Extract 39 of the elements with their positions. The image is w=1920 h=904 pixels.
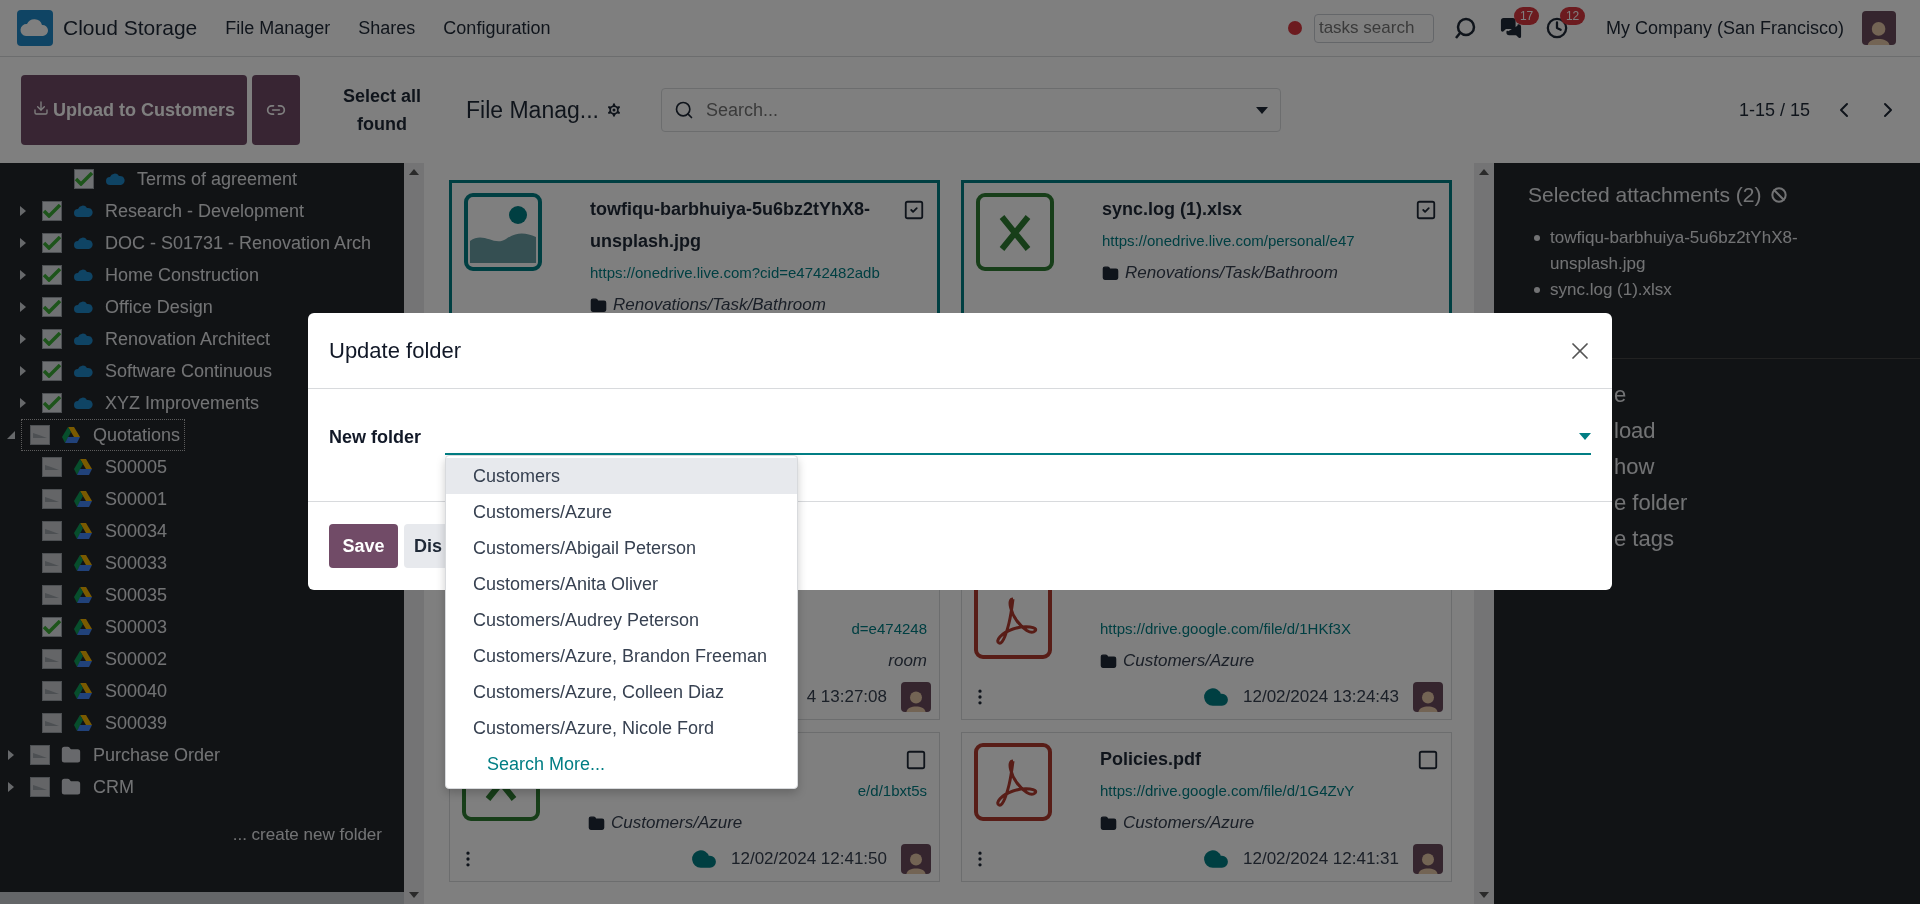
folder-label: Quotations bbox=[93, 424, 181, 446]
folder-label: CRM bbox=[93, 776, 134, 798]
folder-label: XYZ Improvements bbox=[105, 392, 260, 414]
folder-path: Renovations/Task/Bathroom bbox=[613, 295, 826, 315]
date-text: 12/02/2024 12:41:31 bbox=[1243, 849, 1399, 869]
folder-path: Customers/Azure bbox=[1123, 651, 1255, 671]
folder-label: Renovation Architect bbox=[105, 328, 271, 350]
folder-label: Purchase Order bbox=[93, 744, 221, 766]
field-label: New folder bbox=[329, 426, 422, 449]
pager: 1-15 / 15 bbox=[1738, 99, 1810, 121]
folder-path: Customers/Azure bbox=[1123, 813, 1255, 833]
date-text: 12/02/2024 13:24:43 bbox=[1243, 687, 1399, 707]
folder-label: Home Construction bbox=[105, 264, 260, 286]
folder-label: Software Continuous bbox=[105, 360, 273, 382]
folder-label: Terms of agreement bbox=[137, 168, 298, 190]
folder-label: Office Design bbox=[105, 296, 213, 318]
folder-label: Research - Development bbox=[105, 200, 305, 222]
folder-label: S00005 bbox=[105, 456, 168, 478]
folder-label: S00002 bbox=[105, 648, 168, 670]
folder-label: S00003 bbox=[105, 616, 168, 638]
folder-path: Customers/Azure bbox=[611, 813, 743, 833]
message-count-badge: 17 bbox=[1513, 7, 1540, 25]
file-name: towfiqu-barbhuiya-5u6bz2tYhX8-unsplash.jpg bbox=[590, 198, 871, 253]
folder-label: S00039 bbox=[105, 712, 168, 734]
folder-path: room bbox=[888, 651, 927, 671]
folder-label: DOC - S01731 - Renovation Arch bbox=[105, 232, 372, 254]
activity-count-badge: 12 bbox=[1559, 7, 1586, 25]
date-text: 4 13:27:08 bbox=[806, 687, 887, 707]
folder-label: S00034 bbox=[105, 520, 168, 542]
panel-title: Selected attachments (2) bbox=[1528, 183, 1762, 207]
attachment-name: sync.log (1).xlsx bbox=[1550, 279, 1673, 301]
folder-label: S00033 bbox=[105, 552, 168, 574]
folder-path: Renovations/Task/Bathroom bbox=[1125, 263, 1338, 283]
date-text: 12/02/2024 12:41:50 bbox=[731, 849, 887, 869]
folder-label: S00040 bbox=[105, 680, 168, 702]
folder-label: S00001 bbox=[105, 488, 168, 510]
folder-label: S00035 bbox=[105, 584, 168, 606]
file-name: sync.log (1).xlsx bbox=[1102, 198, 1243, 221]
file-name: Policies.pdf bbox=[1100, 748, 1202, 771]
